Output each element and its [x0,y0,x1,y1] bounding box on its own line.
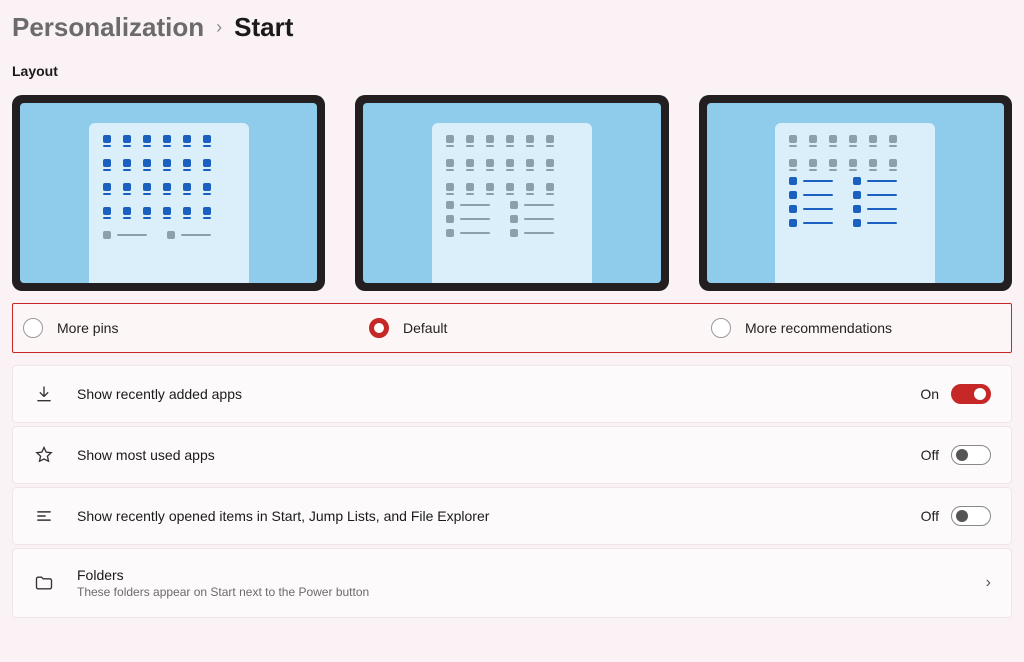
layout-section-label: Layout [12,63,1012,79]
star-icon [33,445,55,465]
radio-label: More recommendations [745,320,892,336]
setting-folders[interactable]: Folders These folders appear on Start ne… [12,548,1012,618]
layout-radio-default[interactable]: Default [369,318,711,338]
folder-icon [33,573,55,593]
setting-label: Show recently opened items in Start, Jum… [77,508,899,524]
setting-most-used[interactable]: Show most used apps Off [12,426,1012,484]
radio-icon [711,318,731,338]
toggle-state-label: On [920,386,939,402]
toggle-switch[interactable] [951,384,991,404]
radio-label: More pins [57,320,118,336]
page-title: Start [234,12,293,43]
setting-label: Folders [77,567,964,583]
setting-label: Show most used apps [77,447,899,463]
chevron-right-icon: › [216,17,222,38]
radio-icon [369,318,389,338]
list-icon [33,506,55,526]
setting-recently-opened[interactable]: Show recently opened items in Start, Jum… [12,487,1012,545]
settings-list: Show recently added apps On Show most us… [12,365,1012,618]
toggle-switch[interactable] [951,506,991,526]
radio-icon [23,318,43,338]
layout-radio-more-pins[interactable]: More pins [23,318,369,338]
setting-subtitle: These folders appear on Start next to th… [77,585,964,599]
layout-previews [12,95,1012,291]
toggle-switch[interactable] [951,445,991,465]
toggle-state-label: Off [921,508,939,524]
breadcrumb-parent[interactable]: Personalization [12,12,204,43]
chevron-right-icon: › [986,574,991,592]
layout-preview-more-pins[interactable] [12,95,325,291]
layout-radio-more-recommendations[interactable]: More recommendations [711,318,1001,338]
toggle-state-label: Off [921,447,939,463]
breadcrumb: Personalization › Start [12,12,1012,43]
layout-preview-default[interactable] [355,95,668,291]
download-icon [33,384,55,404]
layout-preview-more-recommendations[interactable] [699,95,1012,291]
radio-label: Default [403,320,447,336]
setting-recently-added[interactable]: Show recently added apps On [12,365,1012,423]
setting-label: Show recently added apps [77,386,898,402]
layout-radio-group: More pins Default More recommendations [12,303,1012,353]
